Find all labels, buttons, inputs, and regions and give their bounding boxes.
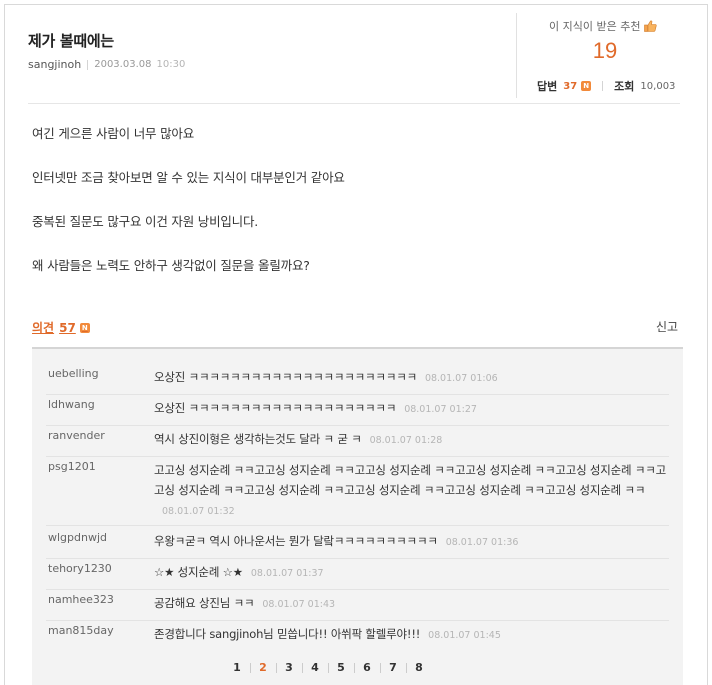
comment-body: ☆★ 성지순례 ☆★: [154, 565, 243, 579]
page-link[interactable]: 1: [224, 661, 250, 674]
comment-body: 고고싱 성지순례 ㅋㅋ고고싱 성지순례 ㅋㅋ고고싱 성지순례 ㅋㅋ고고싱 성지순…: [154, 463, 667, 497]
body-paragraph: 여긴 게으른 사람이 너무 많아요: [32, 126, 194, 141]
meta-divider: [87, 59, 89, 70]
new-badge-icon: N: [581, 81, 592, 91]
comment-user[interactable]: psg1201: [48, 460, 96, 473]
comment-body: 공감해요 상진님 ㅋㅋ: [154, 596, 255, 610]
comment-body: 오상진 ㅋㅋㅋㅋㅋㅋㅋㅋㅋㅋㅋㅋㅋㅋㅋㅋㅋㅋㅋㅋ: [154, 401, 397, 415]
comment-text: 존경합니다 sangjinoh님 믿씁니다!! 아쒸팍 할렐루야!!! 08.01…: [154, 624, 672, 646]
comment-body: 존경합니다 sangjinoh님 믿씁니다!! 아쒸팍 할렐루야!!!: [154, 627, 421, 641]
body-paragraph: 중복된 질문도 많구요 이건 자원 낭비입니다.: [32, 214, 259, 229]
thumbs-up-icon[interactable]: [644, 20, 658, 32]
comment-user[interactable]: ranvender: [48, 429, 105, 442]
comment-user[interactable]: tehory1230: [48, 562, 112, 575]
stats-row: 답변 37 N 조회 10,003: [537, 78, 675, 94]
page-link[interactable]: 3: [276, 661, 302, 674]
page-link[interactable]: 8: [406, 661, 432, 674]
new-badge-icon: N: [79, 322, 90, 333]
comment-user[interactable]: uebelling: [48, 367, 99, 380]
comment-row: wlgpdnwjd 우왕ㅋ굳ㅋ 역시 아나운서는 뭔가 달랔ㅋㅋㅋㅋㅋㅋㅋㅋㅋㅋ…: [46, 531, 669, 559]
post-author[interactable]: sangjinoh: [28, 58, 81, 71]
recommend-count: 19: [592, 38, 618, 63]
page-link[interactable]: 6: [354, 661, 380, 674]
comment-row: man815day 존경합니다 sangjinoh님 믿씁니다!! 아쒸팍 할렐…: [46, 624, 669, 652]
comment-text: 오상진 ㅋㅋㅋㅋㅋㅋㅋㅋㅋㅋㅋㅋㅋㅋㅋㅋㅋㅋㅋㅋ 08.01.07 01:27: [154, 398, 672, 420]
comment-time: 08.01.07 01:37: [250, 568, 324, 579]
comment-row: uebelling 오상진 ㅋㅋㅋㅋㅋㅋㅋㅋㅋㅋㅋㅋㅋㅋㅋㅋㅋㅋㅋㅋㅋㅋ 08.0…: [46, 367, 669, 395]
report-link[interactable]: 신고: [656, 318, 678, 335]
comment-text: 오상진 ㅋㅋㅋㅋㅋㅋㅋㅋㅋㅋㅋㅋㅋㅋㅋㅋㅋㅋㅋㅋㅋㅋ 08.01.07 01:06: [154, 367, 672, 389]
opinions-label: 의견: [32, 321, 55, 335]
page-link[interactable]: 5: [328, 661, 354, 674]
comment-time: 08.01.07 01:32: [162, 506, 235, 517]
body-paragraph: 왜 사람들은 노력도 안하구 생각없이 질문을 올릴까요?: [32, 258, 310, 273]
post-time: 10:30: [156, 59, 186, 70]
comment-user[interactable]: man815day: [48, 624, 114, 637]
post-date: 2003.03.08: [94, 59, 152, 70]
comment-text: ☆★ 성지순례 ☆★ 08.01.07 01:37: [154, 562, 672, 584]
comment-row: ranvender 역시 상진이형은 생각하는것도 달라 ㅋ 굳 ㅋ 08.01.…: [46, 429, 669, 457]
page-link[interactable]: 7: [380, 661, 406, 674]
header-divider: [28, 103, 680, 104]
views-count: 10,003: [640, 80, 676, 92]
comment-row: ldhwang 오상진 ㅋㅋㅋㅋㅋㅋㅋㅋㅋㅋㅋㅋㅋㅋㅋㅋㅋㅋㅋㅋ 08.01.07…: [46, 398, 669, 426]
comment-row: namhee323 공감해요 상진님 ㅋㅋ 08.01.07 01:43: [46, 593, 669, 621]
pagination: 1 2 3 4 5 6 7 8: [224, 661, 432, 674]
comment-body: 오상진 ㅋㅋㅋㅋㅋㅋㅋㅋㅋㅋㅋㅋㅋㅋㅋㅋㅋㅋㅋㅋㅋㅋ: [154, 370, 417, 384]
comments-panel: uebelling 오상진 ㅋㅋㅋㅋㅋㅋㅋㅋㅋㅋㅋㅋㅋㅋㅋㅋㅋㅋㅋㅋㅋㅋ 08.0…: [32, 347, 683, 685]
post-body: 여긴 게으른 사람이 너무 많아요 인터넷만 조금 찾아보면 알 수 있는 지식…: [32, 123, 672, 299]
comment-user[interactable]: wlgpdnwjd: [48, 531, 107, 544]
recommend-label-text: 이 지식이 받은 추천: [549, 20, 641, 33]
comment-time: 08.01.07 01:28: [369, 435, 443, 446]
comment-user[interactable]: ldhwang: [48, 398, 95, 411]
comment-text: 공감해요 상진님 ㅋㅋ 08.01.07 01:43: [154, 593, 672, 615]
comment-body: 우왕ㅋ굳ㅋ 역시 아나운서는 뭔가 달랔ㅋㅋㅋㅋㅋㅋㅋㅋㅋㅋ: [154, 534, 438, 548]
page-link[interactable]: 4: [302, 661, 328, 674]
comment-row: tehory1230 ☆★ 성지순례 ☆★ 08.01.07 01:37: [46, 562, 669, 590]
body-paragraph: 인터넷만 조금 찾아보면 알 수 있는 지식이 대부분인거 같아요: [32, 170, 345, 185]
post-meta: sangjinoh 2003.03.08 10:30: [28, 58, 185, 71]
post-title: 제가 볼때에는: [28, 32, 114, 50]
views-label: 조회: [614, 80, 635, 93]
page-link-current[interactable]: 2: [250, 661, 276, 674]
comment-row: psg1201 고고싱 성지순례 ㅋㅋ고고싱 성지순례 ㅋㅋ고고싱 성지순례 ㅋ…: [46, 460, 669, 526]
comment-body: 역시 상진이형은 생각하는것도 달라 ㅋ 굳 ㅋ: [154, 432, 362, 446]
answers-label[interactable]: 답변: [537, 78, 557, 94]
comment-time: 08.01.07 01:06: [424, 373, 498, 384]
comment-text: 고고싱 성지순례 ㅋㅋ고고싱 성지순례 ㅋㅋ고고싱 성지순례 ㅋㅋ고고싱 성지순…: [154, 460, 672, 522]
opinions-toggle[interactable]: 의견 57 N: [32, 319, 90, 336]
comment-time: 08.01.07 01:43: [262, 599, 336, 610]
opinions-count: 57: [59, 320, 76, 335]
recommend-label: 이 지식이 받은 추천: [549, 18, 664, 34]
answers-count: 37: [563, 80, 578, 92]
comment-user[interactable]: namhee323: [48, 593, 114, 606]
comment-time: 08.01.07 01:45: [428, 630, 501, 641]
comment-time: 08.01.07 01:27: [404, 404, 477, 415]
stats-divider-inline: [602, 81, 604, 91]
stats-divider: [516, 13, 517, 98]
comment-time: 08.01.07 01:36: [445, 537, 519, 548]
comment-text: 역시 상진이형은 생각하는것도 달라 ㅋ 굳 ㅋ 08.01.07 01:28: [154, 429, 672, 451]
comment-text: 우왕ㅋ굳ㅋ 역시 아나운서는 뭔가 달랔ㅋㅋㅋㅋㅋㅋㅋㅋㅋㅋ 08.01.07 0…: [154, 531, 672, 553]
